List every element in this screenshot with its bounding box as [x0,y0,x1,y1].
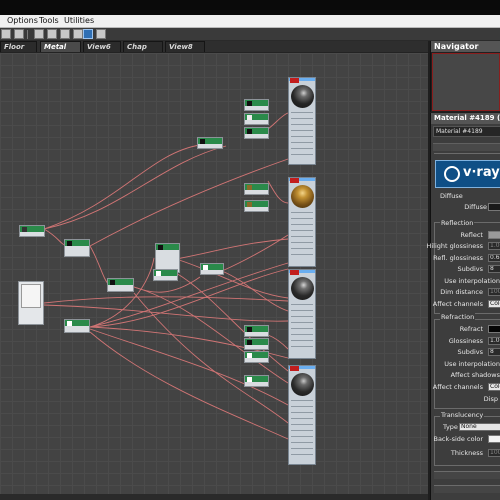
map-node[interactable] [244,200,269,212]
reflection-group-label: Reflection [440,219,475,227]
diffuse-group-label: Diffuse [440,192,463,200]
map-node[interactable] [244,99,269,111]
tab-view6[interactable]: View6 [83,41,121,52]
refract-color-swatch[interactable] [488,325,500,333]
rollout-header-collapsed[interactable] [434,471,500,479]
map-node[interactable] [244,113,269,125]
dispersion-label[interactable]: Disp [484,395,498,403]
menu-utilities[interactable]: Utilities [64,16,94,25]
pick-tool-icon[interactable] [1,29,11,39]
reflection-subdivs-label: Subdivs [457,265,483,273]
material-properties-panel: Material #4189 ( VR Material #4189 v·ray… [426,113,500,500]
refract-label: Refract [459,325,483,333]
material-sphere [291,373,314,396]
refraction-group-label: Refraction [440,313,476,321]
translucency-type-label: Type [443,423,458,431]
select-tool-icon[interactable] [14,29,24,39]
map-node[interactable] [244,351,269,363]
rollout-header-collapsed[interactable] [434,485,500,493]
window-title-bar [0,0,500,15]
dim-distance-label: Dim distance [440,288,483,296]
layout-icon[interactable] [47,29,57,39]
map-node[interactable] [64,319,90,333]
reflection-interpolation-label[interactable]: Use interpolation [444,277,500,285]
navigator-view[interactable] [432,53,500,111]
refl-glossiness-field[interactable]: 0.65 [488,254,500,262]
refraction-subdivs-label: Subdivs [457,348,483,356]
translucency-type-select[interactable]: None [459,423,500,431]
refraction-glossiness-label: Glossiness [448,337,483,345]
map-node[interactable] [197,137,223,149]
bitmap-preview [21,284,41,308]
back-side-color-label: Back-side color [433,435,483,443]
view-tab-bar: Floor Metal View6 Chap View8 [0,41,428,52]
arrange-icon[interactable] [73,29,83,39]
navigator-panel: Navigator [430,41,500,112]
menu-bar: Options Tools Utilities [0,15,500,28]
refl-glossiness-label: Refl. glossiness [433,254,483,262]
refraction-subdivs-field[interactable]: 8 [488,348,500,356]
map-node[interactable] [244,183,269,195]
affect-shadows-label[interactable]: Affect shadows [451,371,500,379]
map-node[interactable] [19,225,45,237]
refraction-interpolation-label[interactable]: Use interpolation [444,360,500,368]
move-children-icon[interactable] [34,29,44,39]
toolbar-separator [27,30,28,39]
canvas-scrollbar[interactable] [0,494,428,500]
tab-view8[interactable]: View8 [165,41,205,52]
vray-logo-mark [444,166,460,182]
map-node[interactable] [107,278,134,292]
menu-options[interactable]: Options [7,16,38,25]
bitmap-node[interactable] [18,281,44,325]
translucency-group-label: Translucency [440,411,485,419]
reflect-label: Reflect [460,231,483,239]
material-node[interactable] [288,177,316,267]
reflection-affect-channels-select[interactable]: Color [488,300,500,308]
map-node[interactable] [64,239,90,257]
diffuse-color-swatch[interactable] [488,203,500,211]
map-node[interactable] [153,269,178,281]
material-sphere [291,185,314,208]
material-sphere [291,85,314,108]
back-side-color-swatch[interactable] [488,435,500,443]
reflection-subdivs-field[interactable]: 8 [488,265,500,273]
node-editor-canvas[interactable] [0,52,428,494]
tab-chap[interactable]: Chap [123,41,163,52]
refraction-glossiness-field[interactable]: 1.0 [488,337,500,345]
rollout-divider [434,153,500,157]
diffuse-label: Diffuse [464,203,487,211]
zoom-icon[interactable] [96,29,106,39]
vray-logo: v·ray [435,160,500,188]
menu-tools[interactable]: Tools [39,16,59,25]
navigator-title: Navigator [431,41,500,52]
material-node[interactable] [288,77,316,165]
material-node[interactable] [288,365,316,465]
tab-metal[interactable]: Metal [40,41,81,52]
thickness-field[interactable]: 1000.0 [488,449,500,457]
map-node[interactable] [244,375,269,387]
dim-distance-field[interactable]: 100.0 [488,288,500,296]
rollout-header[interactable] [433,143,500,151]
reflection-affect-channels-label: Affect channels [432,300,483,308]
properties-title: Material #4189 ( VR [431,113,500,124]
material-name-field[interactable]: Material #4189 [433,126,500,137]
material-sphere [291,277,314,300]
tab-floor[interactable]: Floor [0,41,37,52]
material-node[interactable] [288,269,316,359]
map-node[interactable] [244,338,269,350]
vray-logo-text: v·ray [463,165,500,180]
show-map-icon[interactable] [83,29,93,39]
map-node[interactable] [244,127,269,139]
hilight-glossiness-label: Hilight glossiness [426,242,483,250]
map-node[interactable] [244,325,269,337]
thickness-label: Thickness [450,449,483,457]
hide-unused-icon[interactable] [60,29,70,39]
reflect-color-swatch[interactable] [488,231,500,239]
refraction-affect-channels-label: Affect channels [432,383,483,391]
refraction-affect-channels-select[interactable]: Color [488,383,500,391]
toolbar [0,28,500,41]
map-node[interactable] [200,263,224,275]
hilight-glossiness-field[interactable]: 1.0 [488,242,500,250]
